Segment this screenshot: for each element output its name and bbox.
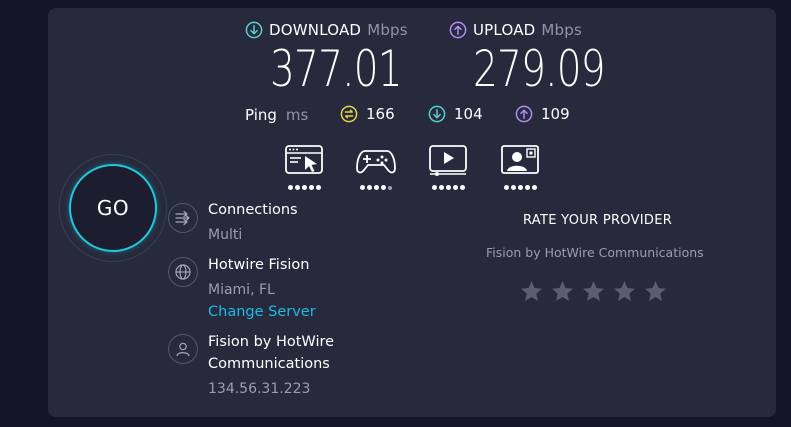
upload-header: UPLOAD Mbps [449,21,582,39]
provider-title-line2: Communications [208,356,330,372]
server-location: Miami, FL [208,282,275,298]
ping-row: Ping ms [245,106,308,124]
download-arrow-icon [245,21,263,39]
star-icon[interactable] [643,279,668,304]
video-chat-rating[interactable] [500,144,540,190]
provider-title-line1: Fision by HotWire [208,334,335,350]
server-icon-wrapper [168,257,198,287]
provider-icon-wrapper [168,334,198,364]
ping-upload: 109 [515,105,570,123]
web-browsing-rating[interactable] [284,144,324,190]
star-icon[interactable] [550,279,575,304]
connections-icon-wrapper[interactable] [168,203,198,233]
provider-ip: 134.56.31.223 [208,381,311,397]
ping-idle: 166 [340,105,395,123]
upload-unit: Mbps [541,21,583,39]
download-speed-value: 377.01 [270,40,403,98]
rate-provider-name: Fision by HotWire Communications [486,245,704,260]
connections-title: Connections [208,202,298,218]
ping-upload-value: 109 [541,105,570,123]
server-title: Hotwire Fision [208,257,310,273]
gaming-rating[interactable] [355,144,397,190]
user-icon [176,342,190,357]
change-server-link[interactable]: Change Server [208,304,316,320]
video-streaming-icon [429,145,467,176]
go-button-ring: GO [59,154,167,262]
upload-arrow-icon [515,105,533,123]
upload-speed-value: 279.09 [473,40,606,98]
ping-unit: ms [285,106,309,124]
rating-dots [428,185,468,190]
ping-download-value: 104 [454,105,483,123]
star-icon[interactable] [581,279,606,304]
download-arrow-icon [428,105,446,123]
gaming-icon [356,150,396,174]
rating-dots [355,185,397,190]
upload-label: UPLOAD [473,21,536,39]
star-icon[interactable] [612,279,637,304]
go-button[interactable]: GO [69,164,157,252]
download-unit: Mbps [367,21,408,39]
connections-value: Multi [208,227,243,243]
star-rating[interactable] [519,279,668,304]
web-browsing-icon [285,145,323,174]
download-label: DOWNLOAD [269,21,362,39]
ping-idle-value: 166 [366,105,395,123]
download-header: DOWNLOAD Mbps [245,21,408,39]
video-chat-icon [501,145,539,174]
connections-arrows-icon [175,210,190,226]
star-icon[interactable] [519,279,544,304]
globe-icon [175,264,191,280]
upload-arrow-icon [449,21,467,39]
rate-provider-title: RATE YOUR PROVIDER [523,213,673,228]
rating-dots [284,185,324,190]
rating-dots [500,185,540,190]
ping-download: 104 [428,105,483,123]
ping-idle-icon [340,105,358,123]
ping-label: Ping [245,106,277,124]
video-streaming-rating[interactable] [428,144,468,190]
